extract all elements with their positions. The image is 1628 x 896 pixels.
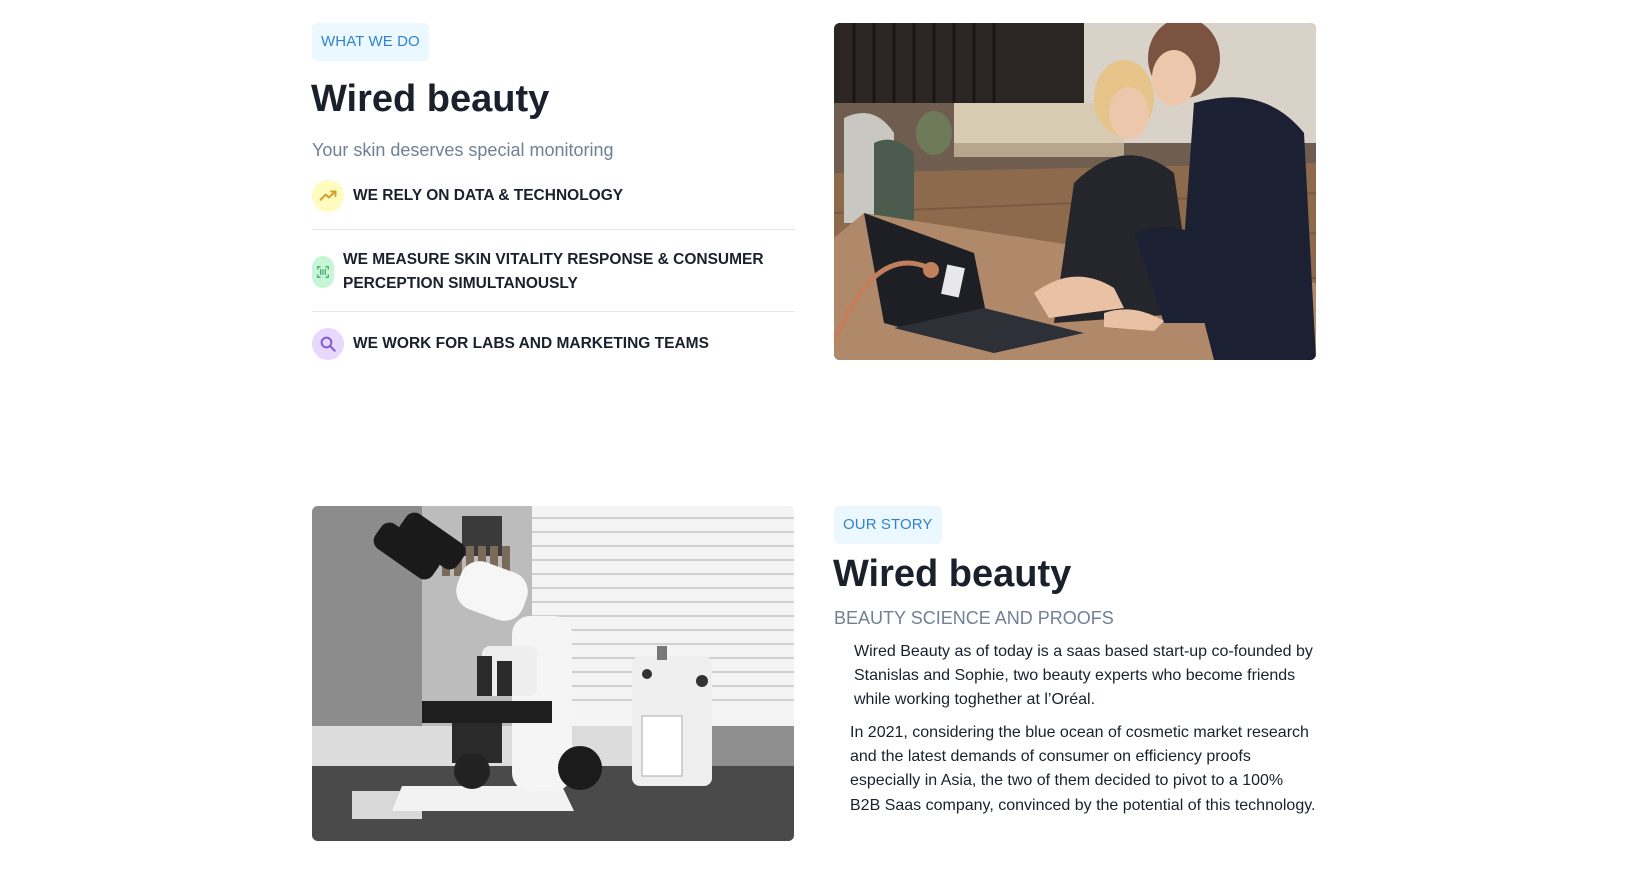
what-we-do-subtitle: Your skin deserves special monitoring (312, 140, 614, 160)
feature-item-data-technology: WE RELY ON DATA & TECHNOLOGY (312, 180, 795, 212)
section-badge-our-story: OUR STORY (834, 506, 942, 544)
feature-label: WE MEASURE SKIN VITALITY RESPONSE & CONS… (343, 251, 764, 292)
section-badge-what-we-do: WHAT WE DO (312, 23, 429, 61)
barcode-icon (312, 256, 334, 288)
what-we-do-title: Wired beauty (311, 78, 550, 120)
feature-label: WE RELY ON DATA & TECHNOLOGY (353, 187, 624, 204)
our-story-title: Wired beauty (833, 553, 1072, 595)
story-paragraph: Wired Beauty as of today is a saas based… (854, 643, 1313, 709)
search-icon (312, 328, 344, 360)
feature-item-labs-marketing: WE WORK FOR LABS AND MARKETING TEAMS (312, 328, 795, 360)
feature-item-skin-vitality: WE MEASURE SKIN VITALITY RESPONSE & CONS… (312, 248, 795, 296)
our-story-subtitle: BEAUTY SCIENCE AND PROOFS (834, 608, 1114, 628)
trending-up-icon (312, 180, 344, 212)
story-paragraph: In 2021, considering the blue ocean of c… (850, 724, 1316, 814)
feature-label: WE WORK FOR LABS AND MARKETING TEAMS (353, 335, 709, 352)
office-team-photo (834, 23, 1316, 360)
microscope-lab-photo (312, 506, 794, 841)
feature-divider (312, 229, 795, 230)
feature-divider (312, 311, 795, 312)
